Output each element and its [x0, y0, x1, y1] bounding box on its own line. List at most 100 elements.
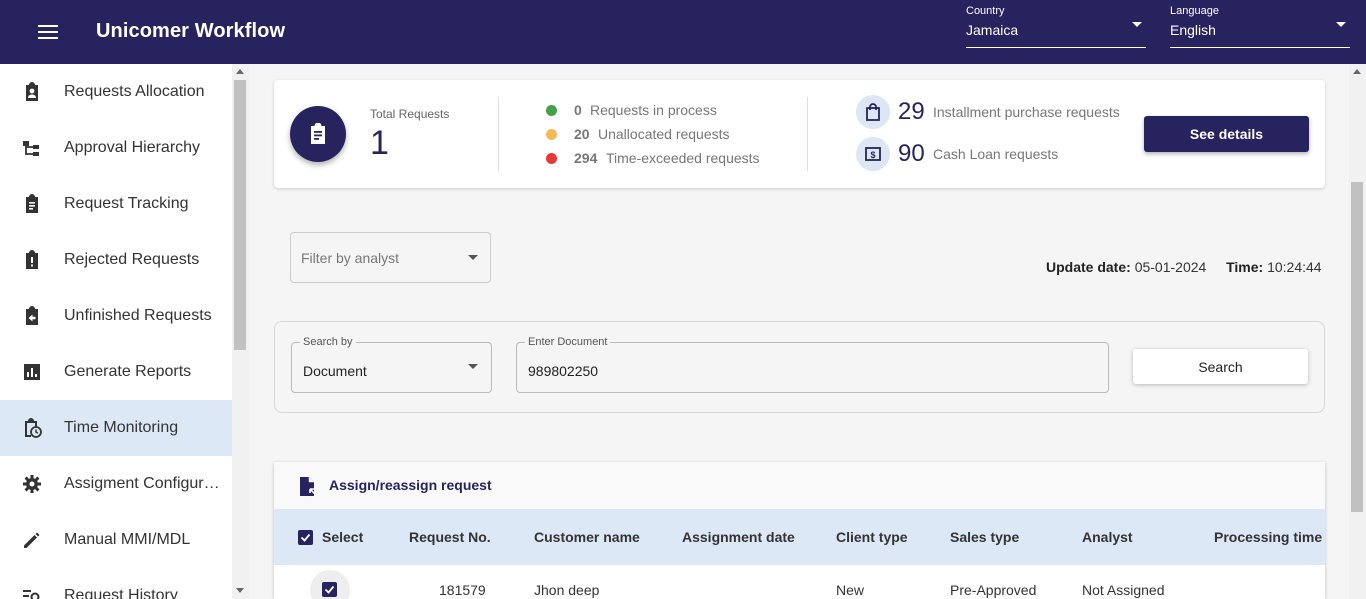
scrollbar-thumb[interactable]: [1351, 182, 1363, 512]
request-type-badge: [856, 95, 890, 129]
main-scrollbar[interactable]: [1349, 64, 1366, 599]
total-requests-value: 1: [370, 124, 389, 162]
column-header[interactable]: Request No.: [409, 529, 491, 545]
document-input-value: 989802250: [528, 363, 599, 379]
bar-chart-icon: [24, 364, 40, 380]
update-date-value: 05-01-2024: [1134, 259, 1207, 275]
stat-count: 20: [574, 126, 590, 142]
app-title: Unicomer Workflow: [96, 20, 286, 42]
chevron-down-icon: [1336, 22, 1346, 27]
column-header[interactable]: Client type: [836, 529, 908, 545]
divider: [807, 97, 808, 171]
sidebar-item-label: Request Tracking: [64, 195, 189, 212]
app-header: Unicomer Workflow Country Jamaica Langua…: [0, 0, 1366, 64]
column-header[interactable]: Assignment date: [682, 529, 795, 545]
sidebar-item-approval-hierarchy[interactable]: Approval Hierarchy: [0, 120, 232, 176]
gear-icon: [23, 475, 41, 493]
chevron-down-icon: [468, 364, 478, 369]
filter-placeholder: Filter by analyst: [301, 250, 400, 266]
status-dot: [546, 153, 557, 164]
sidebar-item-label: Request History: [64, 587, 178, 599]
update-time-value: 10:24:44: [1267, 259, 1322, 275]
language-label: Language: [1170, 5, 1219, 17]
request-type-label: Cash Loan requests: [933, 146, 1059, 162]
hierarchy-icon: [23, 141, 39, 156]
sidebar: Requests Allocation Approval Hierarchy R…: [0, 64, 232, 599]
check-icon: [300, 533, 311, 542]
sidebar-item-generate-reports[interactable]: Generate Reports: [0, 344, 232, 400]
column-header[interactable]: Processing time: [1214, 529, 1322, 545]
shopping-bag-icon: [866, 103, 880, 121]
language-select[interactable]: Language English: [1170, 4, 1350, 48]
chevron-down-icon: [468, 255, 478, 260]
cell-customer-name: Jhon deep: [534, 582, 600, 598]
table-header-bar: Assign/reassign request: [274, 462, 1325, 509]
request-type-count: 90: [898, 140, 925, 167]
search-button[interactable]: Search: [1133, 349, 1308, 384]
sidebar-scrollbar[interactable]: [232, 64, 249, 599]
sidebar-item-label: Assigment Configuration: [64, 475, 220, 492]
total-requests-badge: [290, 106, 346, 162]
stat-label: Time-exceeded requests: [606, 150, 760, 166]
language-value: English: [1170, 22, 1216, 38]
sidebar-item-requests-allocation[interactable]: Requests Allocation: [0, 64, 232, 120]
check-icon: [324, 585, 335, 594]
sidebar-item-time-monitoring[interactable]: Time Monitoring: [0, 400, 232, 456]
country-select[interactable]: Country Jamaica: [966, 4, 1146, 48]
clipboard-alert-icon: [26, 250, 38, 269]
document-input[interactable]: Enter Document 989802250: [516, 336, 1109, 393]
search-by-label: Search by: [300, 336, 356, 348]
sidebar-item-rejected-requests[interactable]: Rejected Requests: [0, 232, 232, 288]
column-header[interactable]: Analyst: [1082, 529, 1133, 545]
sidebar-item-assigment-configuration[interactable]: Assigment Configuration: [0, 456, 232, 512]
column-header[interactable]: Customer name: [534, 529, 640, 545]
see-details-button[interactable]: See details: [1144, 116, 1309, 152]
column-header[interactable]: Sales type: [950, 529, 1019, 545]
request-type-count: 29: [898, 98, 925, 125]
chevron-down-icon: [1132, 22, 1142, 27]
sidebar-item-manual-mmi-mdl[interactable]: Manual MMI/MDL: [0, 512, 232, 568]
update-date-label: Update date:: [1046, 259, 1131, 275]
svg-text:$: $: [870, 150, 875, 160]
search-by-select[interactable]: Search by Document: [291, 336, 492, 393]
table-title: Assign/reassign request: [329, 477, 492, 493]
clipboard-arrow-left-icon: [26, 306, 38, 325]
sidebar-item-label: Rejected Requests: [64, 251, 200, 268]
search-by-value: Document: [303, 363, 367, 379]
clipboard-text-icon: [26, 194, 38, 213]
total-requests-label: Total Requests: [370, 107, 450, 121]
cash-icon: $: [865, 147, 881, 161]
pencil-icon: [24, 532, 40, 548]
sidebar-item-label: Time Monitoring: [64, 419, 179, 436]
sidebar-item-request-history[interactable]: Request History: [0, 568, 232, 599]
divider: [498, 97, 499, 171]
document-input-label: Enter Document: [525, 336, 611, 348]
cell-client-type: New: [836, 582, 865, 598]
update-info: Update date: 05-01-2024 Time: 10:24:44: [1046, 259, 1322, 275]
country-label: Country: [966, 5, 1005, 17]
filter-by-analyst-select[interactable]: Filter by analyst: [290, 232, 491, 283]
select-all-checkbox[interactable]: [298, 530, 313, 545]
sidebar-item-unfinished-requests[interactable]: Unfinished Requests: [0, 288, 232, 344]
stat-label: Requests in process: [590, 102, 717, 118]
assign-request-table: Assign/reassign request Select Request N…: [274, 462, 1325, 599]
country-value: Jamaica: [966, 22, 1019, 38]
row-checkbox[interactable]: [322, 582, 337, 597]
history-search-icon: [23, 590, 40, 599]
sidebar-item-label: Generate Reports: [64, 363, 192, 380]
scroll-up-icon[interactable]: [236, 69, 244, 74]
menu-icon[interactable]: [38, 25, 58, 39]
file-assign-icon: [300, 477, 316, 496]
sidebar-item-label: Requests Allocation: [64, 83, 205, 100]
clipboard-clock-icon: [25, 418, 42, 438]
sidebar-item-label: Approval Hierarchy: [64, 139, 201, 156]
sidebar-item-request-tracking[interactable]: Request Tracking: [0, 176, 232, 232]
scrollbar-thumb[interactable]: [234, 80, 246, 350]
clipboard-icon: [311, 123, 325, 144]
scroll-down-icon[interactable]: [236, 588, 244, 593]
status-dot: [546, 105, 557, 116]
column-header[interactable]: Select: [322, 529, 363, 545]
scroll-up-icon[interactable]: [1353, 69, 1361, 74]
request-type-label: Installment purchase requests: [933, 104, 1120, 120]
cell-sales-type: Pre-Approved: [950, 582, 1037, 598]
